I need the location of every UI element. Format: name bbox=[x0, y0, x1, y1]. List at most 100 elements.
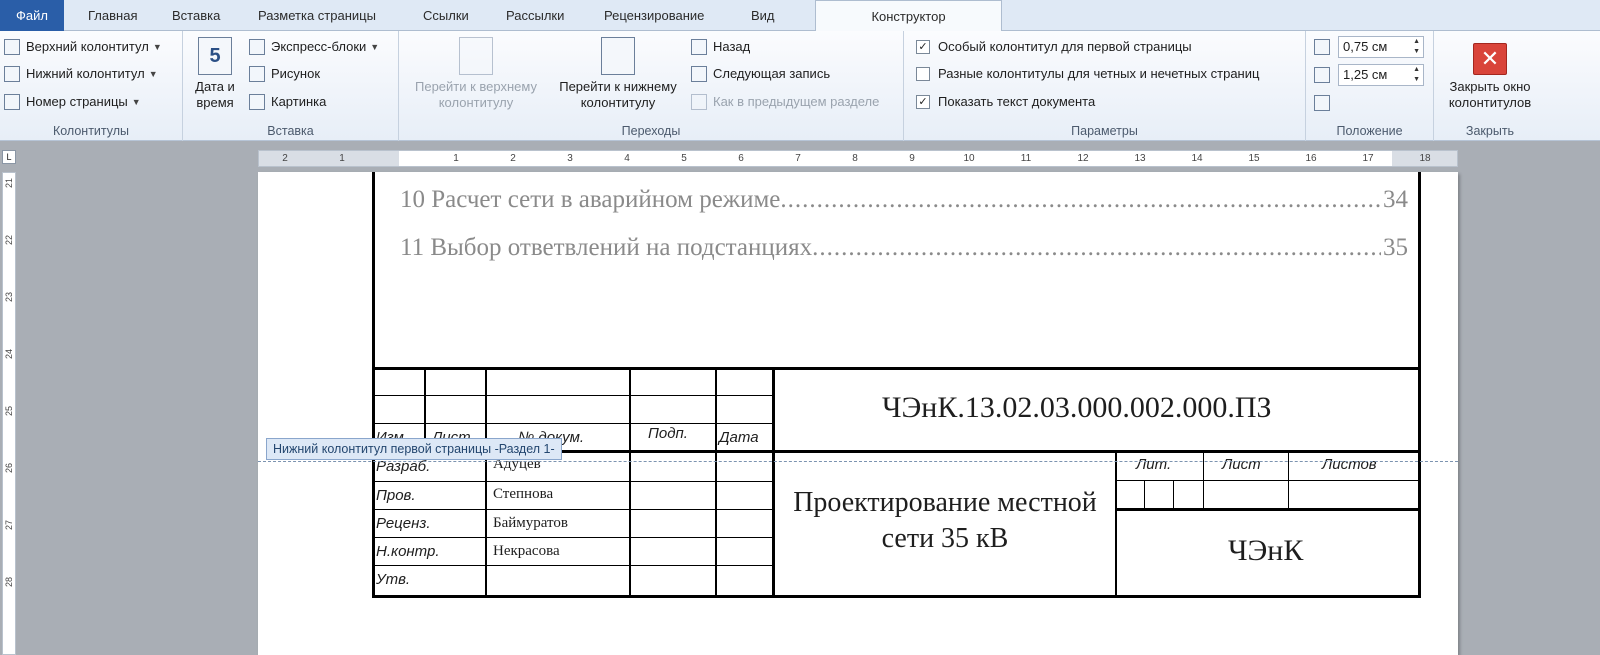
date-time-label: Дата и время bbox=[195, 79, 235, 110]
ruler-number: 5 bbox=[681, 153, 687, 164]
date-time-button[interactable]: 5 Дата и время bbox=[189, 37, 241, 111]
dropdown-arrow-icon: ▼ bbox=[370, 42, 380, 52]
previous-button[interactable]: Назад bbox=[691, 35, 750, 59]
ruler-number: 1 bbox=[453, 153, 459, 164]
calendar-icon: 5 bbox=[198, 37, 232, 75]
next-label: Следующая запись bbox=[713, 66, 831, 81]
lit-label: Лит. bbox=[1136, 456, 1172, 473]
quick-parts-icon bbox=[249, 39, 265, 55]
group-label: Положение bbox=[1336, 124, 1403, 138]
alignment-tab-icon bbox=[1314, 95, 1330, 111]
footer-boundary-line bbox=[258, 461, 1458, 462]
vertical-ruler[interactable]: 21 22 23 24 25 26 27 28 bbox=[2, 172, 16, 655]
close-icon: ✕ bbox=[1473, 43, 1507, 75]
header-position-spinner[interactable]: 0,75 см ▲ ▼ bbox=[1338, 36, 1424, 58]
group-close: ✕ Закрыть окно колонтитулов Закрыть bbox=[1434, 31, 1546, 141]
toc-entry[interactable]: 11 Выбор ответвлений на подстанциях ....… bbox=[400, 234, 1408, 262]
tab-file[interactable]: Файл bbox=[0, 0, 64, 31]
reviewer-name[interactable]: Баймуратов bbox=[493, 515, 568, 532]
previous-label: Назад bbox=[713, 39, 751, 54]
toc-entry[interactable]: 10 Расчет сети в аварийном режиме ......… bbox=[400, 186, 1408, 214]
checker-name[interactable]: Степнова bbox=[493, 486, 553, 503]
tab-review[interactable]: Рецензирование bbox=[600, 0, 708, 31]
tab-page-layout[interactable]: Разметка страницы bbox=[254, 0, 380, 31]
ribbon: Верхний колонтитул ▼ Нижний колонтитул ▼… bbox=[0, 31, 1600, 141]
ruler-number: 3 bbox=[567, 153, 573, 164]
go-to-footer-icon bbox=[601, 37, 635, 75]
header-icon bbox=[4, 39, 20, 55]
group-navigation: Перейти к верхнему колонтитулу Перейти к… bbox=[399, 31, 904, 141]
footer-position-value: 1,25 см bbox=[1343, 67, 1388, 82]
go-to-header-label: Перейти к верхнему колонтитулу bbox=[415, 79, 537, 110]
link-to-previous-label: Как в предыдущем разделе bbox=[713, 94, 880, 109]
tab-insert[interactable]: Вставка bbox=[168, 0, 224, 31]
toc-leader: ........................................… bbox=[780, 186, 1381, 213]
sheets-label: Листов bbox=[1322, 456, 1377, 473]
footer-icon bbox=[4, 66, 20, 82]
tab-mailings[interactable]: Рассылки bbox=[502, 0, 568, 31]
different-first-page-checkbox[interactable]: ✓ Особый колонтитул для первой страницы bbox=[916, 35, 1192, 59]
clip-art-icon bbox=[249, 94, 265, 110]
group-options: ✓ Особый колонтитул для первой страницы … bbox=[904, 31, 1306, 141]
norm-control-name[interactable]: Некрасова bbox=[493, 543, 560, 560]
organization-name[interactable]: ЧЭнК bbox=[1228, 534, 1303, 568]
checkbox-checked-icon: ✓ bbox=[916, 40, 930, 54]
tab-design[interactable]: Конструктор bbox=[815, 0, 1002, 32]
ruler-number: 2 bbox=[282, 153, 288, 164]
toc-entry-page: 34 bbox=[1383, 186, 1408, 213]
tab-references[interactable]: Ссылки bbox=[419, 0, 473, 31]
header-button[interactable]: Верхний колонтитул ▼ bbox=[4, 35, 162, 59]
document-code[interactable]: ЧЭнК.13.02.03.000.002.000.ПЗ bbox=[882, 391, 1272, 425]
previous-icon bbox=[691, 39, 707, 55]
tab-view[interactable]: Вид bbox=[747, 0, 779, 31]
footer-section-tag: Нижний колонтитул первой страницы -Разде… bbox=[266, 438, 562, 460]
go-to-footer-button[interactable]: Перейти к нижнему колонтитулу bbox=[548, 37, 688, 111]
show-document-text-checkbox[interactable]: ✓ Показать текст документа bbox=[916, 90, 1095, 114]
close-header-footer-button[interactable]: ✕ Закрыть окно колонтитулов bbox=[1438, 43, 1542, 111]
picture-button[interactable]: Рисунок bbox=[249, 62, 320, 86]
page-number-button[interactable]: Номер страницы ▼ bbox=[4, 90, 141, 114]
group-label: Переходы bbox=[621, 124, 681, 138]
ruler-number: 27 bbox=[4, 520, 14, 531]
spinner-arrows-icon[interactable]: ▲ ▼ bbox=[1413, 65, 1420, 85]
role-norm-control: Н.контр. bbox=[376, 543, 440, 560]
insert-alignment-tab-button[interactable] bbox=[1314, 91, 1336, 115]
go-to-header-button[interactable]: Перейти к верхнему колонтитулу bbox=[405, 37, 547, 111]
tab-home[interactable]: Главная bbox=[84, 0, 141, 31]
different-odd-even-label: Разные колонтитулы для четных и нечетных… bbox=[938, 66, 1260, 81]
close-header-footer-label: Закрыть окно колонтитулов bbox=[1448, 79, 1532, 110]
horizontal-ruler[interactable]: 2 1 1 2 3 4 5 6 7 8 9 10 11 12 13 14 15 … bbox=[258, 150, 1458, 167]
footer-button[interactable]: Нижний колонтитул ▼ bbox=[4, 62, 158, 86]
toc-entry-page: 35 bbox=[1383, 234, 1408, 261]
ruler-number: 9 bbox=[909, 153, 915, 164]
spinner-arrows-icon[interactable]: ▲ ▼ bbox=[1413, 37, 1420, 57]
ruler-number: 13 bbox=[1134, 153, 1146, 164]
document-page[interactable]: 10 Расчет сети в аварийном режиме ......… bbox=[258, 172, 1458, 655]
dropdown-arrow-icon: ▼ bbox=[131, 97, 141, 107]
project-title[interactable]: Проектирование местной сети 35 кВ bbox=[777, 485, 1113, 557]
header-button-label: Верхний колонтитул bbox=[26, 39, 149, 54]
dropdown-arrow-icon: ▼ bbox=[148, 69, 158, 79]
clip-art-button[interactable]: Картинка bbox=[249, 90, 326, 114]
go-to-footer-label: Перейти к нижнему колонтитулу bbox=[559, 79, 677, 110]
different-odd-even-checkbox[interactable]: Разные колонтитулы для четных и нечетных… bbox=[916, 62, 1259, 86]
go-to-header-icon bbox=[459, 37, 493, 75]
tab-selector[interactable]: L bbox=[2, 150, 16, 164]
quick-parts-button[interactable]: Экспресс-блоки ▼ bbox=[249, 35, 379, 59]
footer-position-icon bbox=[1314, 67, 1330, 83]
page-number-icon bbox=[4, 94, 20, 110]
ruler-number: 10 bbox=[963, 153, 975, 164]
ruler-number: 8 bbox=[852, 153, 858, 164]
checkbox-unchecked-icon bbox=[916, 67, 930, 81]
link-to-previous-button[interactable]: Как в предыдущем разделе bbox=[691, 90, 879, 114]
group-position: 0,75 см ▲ ▼ 1,25 см ▲ ▼ Положение bbox=[1306, 31, 1434, 141]
ruler-number: 14 bbox=[1191, 153, 1203, 164]
next-button[interactable]: Следующая запись bbox=[691, 62, 830, 86]
toc-leader: ........................................… bbox=[812, 234, 1381, 261]
footer-position-spinner[interactable]: 1,25 см ▲ ▼ bbox=[1338, 64, 1424, 86]
dropdown-arrow-icon: ▼ bbox=[152, 42, 162, 52]
ruler-number: 2 bbox=[510, 153, 516, 164]
sheet-label: Лист bbox=[1222, 456, 1261, 473]
link-icon bbox=[691, 94, 707, 110]
ruler-number: 16 bbox=[1305, 153, 1317, 164]
